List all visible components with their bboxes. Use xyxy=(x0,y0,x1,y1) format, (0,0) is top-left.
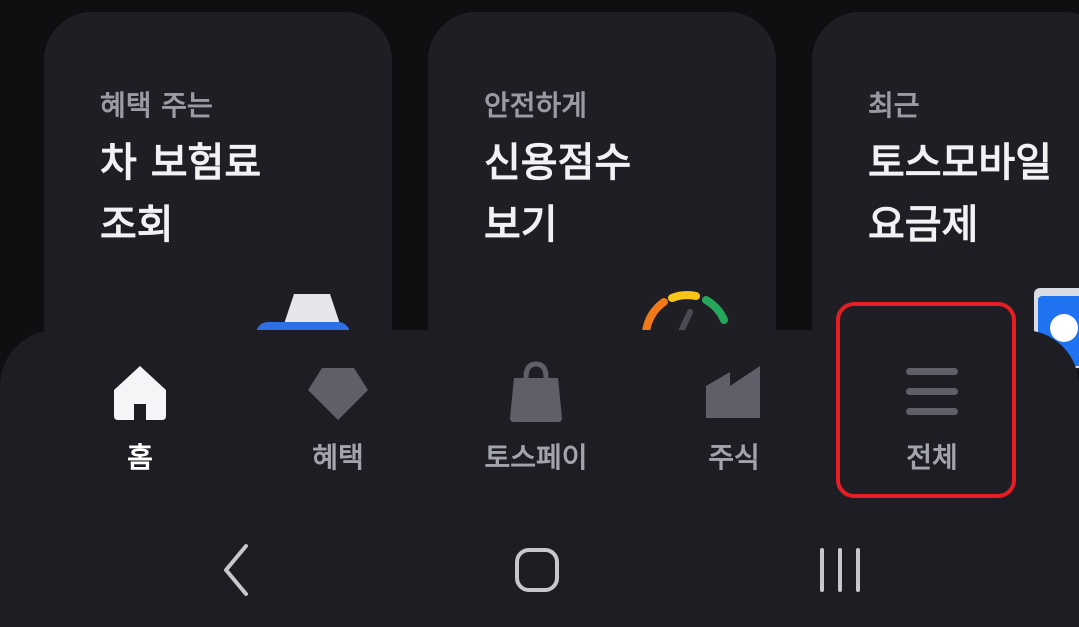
tab-home[interactable]: 홈 xyxy=(60,360,220,474)
diamond-icon xyxy=(308,368,368,420)
tab-benefit[interactable]: 혜택 xyxy=(258,360,418,474)
card-subtitle: 최근 xyxy=(868,89,920,122)
card-title: 토스모바일 요금제 xyxy=(868,132,1052,256)
tab-label: 혜택 xyxy=(312,441,364,474)
tab-stock[interactable]: 주식 xyxy=(654,360,814,474)
home-button-icon[interactable] xyxy=(505,538,569,602)
tab-label: 주식 xyxy=(708,441,760,474)
card-title-line2: 요금제 xyxy=(868,202,979,248)
card-subtitle: 혜택 주는 xyxy=(100,89,213,122)
system-navigation-bar xyxy=(0,510,1079,627)
card-title-line2: 조회 xyxy=(100,202,174,248)
chart-icon xyxy=(706,366,760,418)
credit-score-card[interactable]: 안전하게 신용점수 보기 xyxy=(428,12,776,372)
card-title: 신용점수 보기 xyxy=(484,132,631,256)
card-title-line1: 토스모바일 xyxy=(868,140,1052,186)
card-title: 차 보험료 조회 xyxy=(100,132,261,256)
car-insurance-card[interactable]: 혜택 주는 차 보험료 조회 xyxy=(44,12,392,372)
card-title-line1: 신용점수 xyxy=(484,140,632,186)
card-title-line1: 차 보험료 xyxy=(100,140,262,186)
card-title-line2: 보기 xyxy=(484,202,558,248)
highlight-box xyxy=(836,302,1016,498)
shopping-bag-icon xyxy=(510,361,562,422)
card-subtitle: 안전하게 xyxy=(484,89,588,122)
tab-label: 홈 xyxy=(127,441,153,474)
tab-pay[interactable]: 토스페이 xyxy=(456,360,616,474)
recents-icon[interactable] xyxy=(808,538,872,602)
back-icon[interactable] xyxy=(204,538,268,602)
tab-label: 토스페이 xyxy=(484,441,588,474)
home-icon xyxy=(114,366,166,420)
